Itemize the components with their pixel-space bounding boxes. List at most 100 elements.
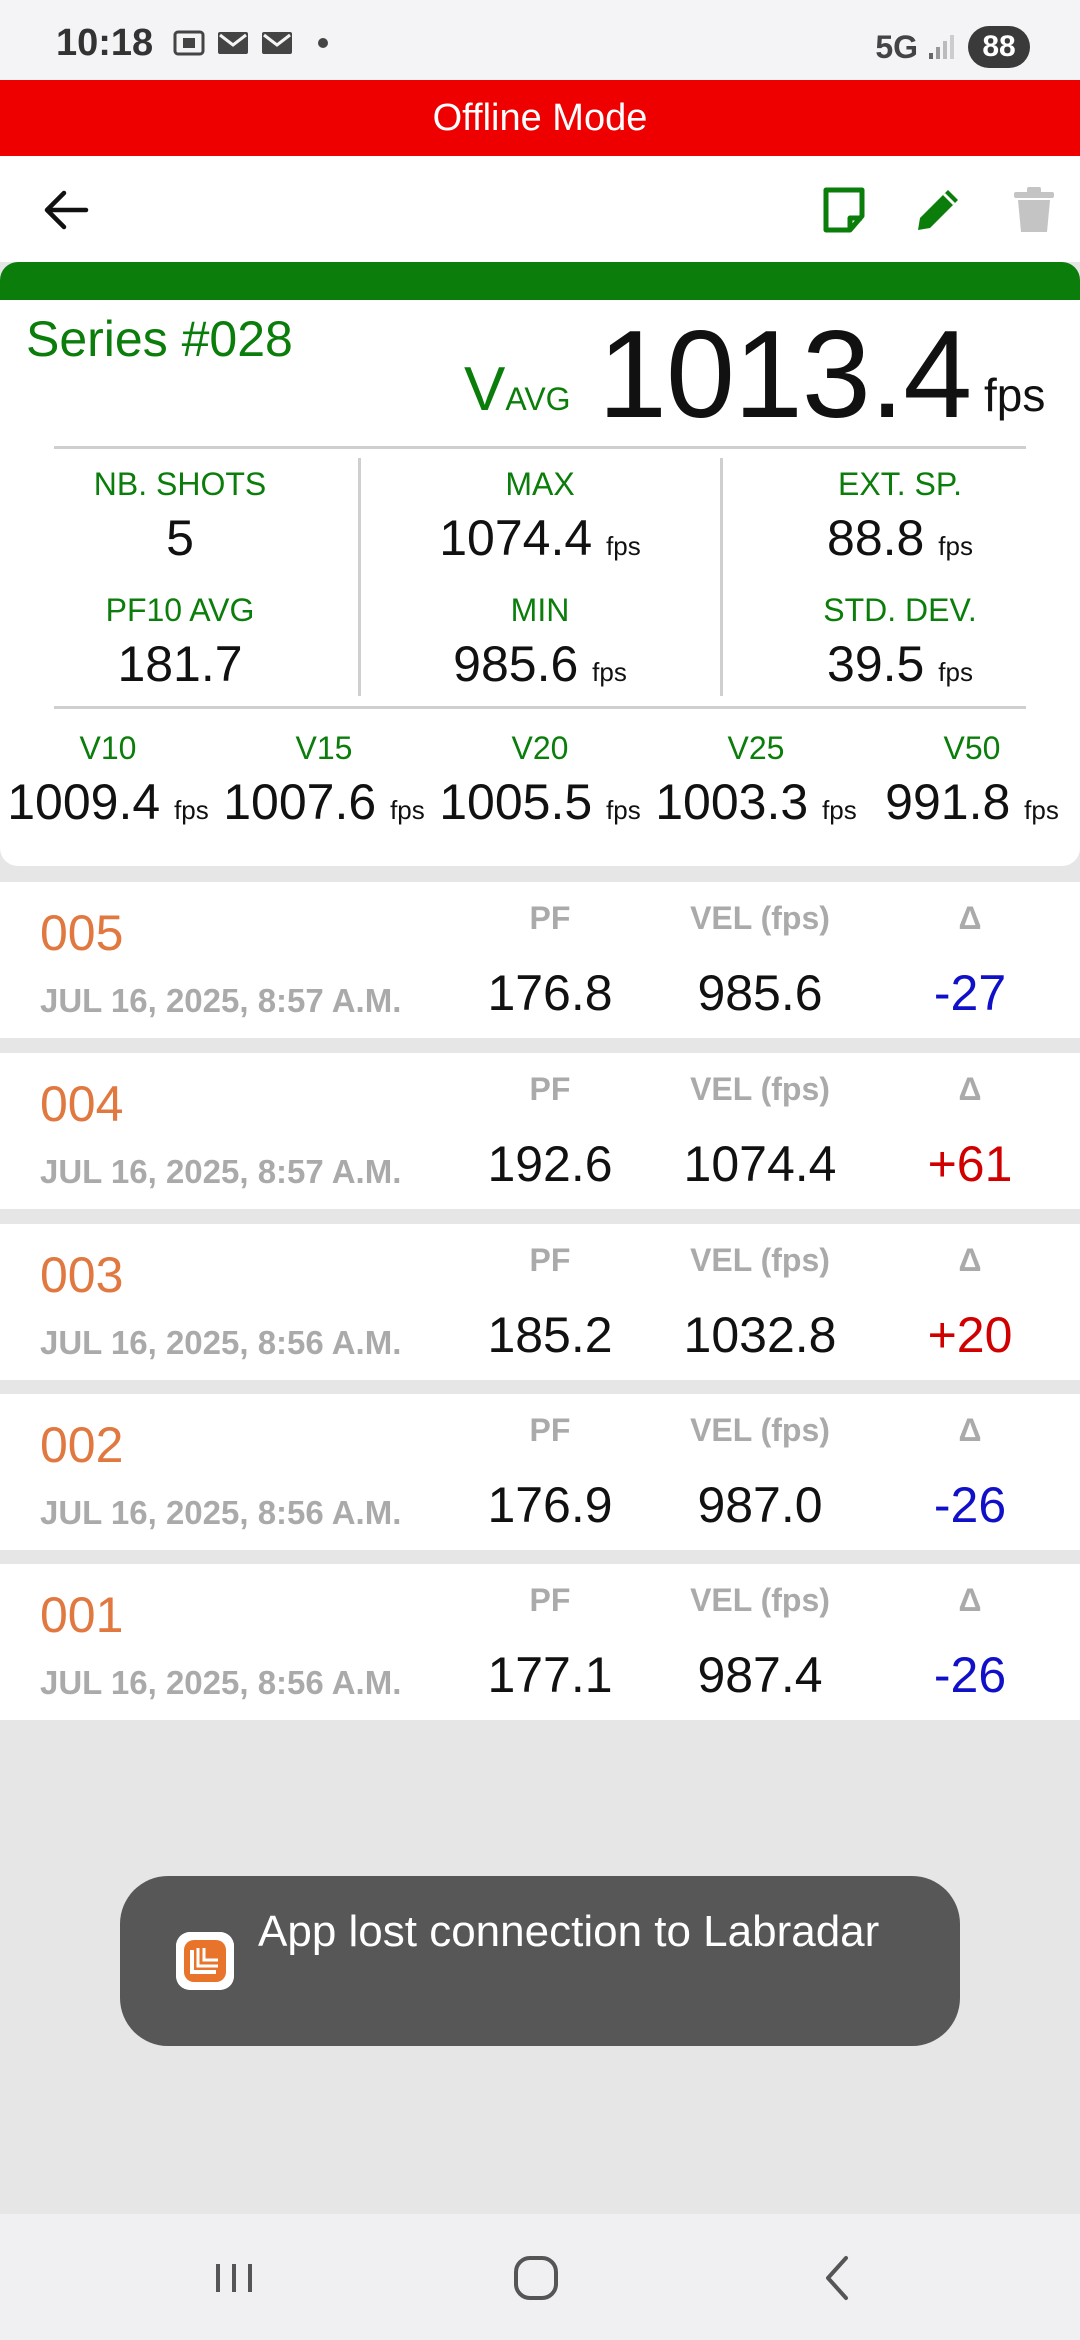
shot-velocity-value: 987.4 <box>697 1647 823 1703</box>
back-chevron-icon[interactable] <box>808 2248 868 2308</box>
stat-label: EXT. SP. <box>838 466 962 502</box>
series-summary-card: Series #028 VAVG 1013.4 fps NB. SHOTS 5 … <box>0 262 1080 866</box>
shot-timestamp: JUL 16, 2025, 8:56 A.M. <box>40 1664 402 1701</box>
stat-number: 991.8 <box>885 774 1011 830</box>
shot-timestamp: JUL 16, 2025, 8:57 A.M. <box>40 1153 402 1190</box>
pf-column-label: PF <box>529 900 571 936</box>
stat-value: 39.5 fps <box>750 635 1050 693</box>
stat-unit: fps <box>606 531 641 561</box>
series-title: Series #028 <box>26 311 293 367</box>
stat-value: 1009.4 fps <box>0 773 216 831</box>
shot-velocity-value: 985.6 <box>697 965 823 1021</box>
stat-number: 1007.6 <box>223 774 377 830</box>
stat-label: V15 <box>295 730 353 766</box>
stat-label: V10 <box>79 730 137 766</box>
stat-unit: fps <box>1024 795 1059 825</box>
vavg-label-sub: AVG <box>505 381 571 417</box>
shot-pf-value: 192.6 <box>487 1136 613 1192</box>
shot-velocity-value: 987.0 <box>697 1477 823 1533</box>
stat-label: V20 <box>511 730 569 766</box>
stat-unit: fps <box>606 795 641 825</box>
shot-delta-value: +20 <box>927 1307 1013 1363</box>
shot-delta-value: -26 <box>933 1647 1007 1703</box>
shot-number: 003 <box>40 1247 124 1303</box>
velocity-column-label: VEL (fps) <box>690 900 830 936</box>
shot-row[interactable]: 003 JUL 16, 2025, 8:56 A.M. PF VEL (fps)… <box>0 1224 1080 1380</box>
stat-value: 88.8 fps <box>750 509 1050 567</box>
stat-label: MAX <box>505 466 575 502</box>
stat-max: MAX 1074.4 fps <box>390 466 690 567</box>
shot-row[interactable]: 004 JUL 16, 2025, 8:57 A.M. PF VEL (fps)… <box>0 1053 1080 1209</box>
shot-number: 002 <box>40 1417 124 1473</box>
shot-timestamp: JUL 16, 2025, 8:56 A.M. <box>40 1324 402 1361</box>
stat-value: 181.7 <box>117 636 243 692</box>
mail-icon-2 <box>262 32 292 54</box>
vavg-label-main: V <box>464 355 506 424</box>
stat-unit: fps <box>938 531 973 561</box>
stat-value: 1007.6 fps <box>216 773 432 831</box>
notification-icons <box>172 30 328 56</box>
stat-label: STD. DEV. <box>823 592 977 628</box>
shot-velocity-value: 1032.8 <box>683 1307 837 1363</box>
stat-unit: fps <box>822 795 857 825</box>
vavg-unit: fps <box>984 369 1046 421</box>
stat-unit: fps <box>390 795 425 825</box>
stat-unit: fps <box>938 657 973 687</box>
shot-pf-value: 177.1 <box>487 1647 613 1703</box>
shot-timestamp: JUL 16, 2025, 8:56 A.M. <box>40 1494 402 1531</box>
velocity-column-label: VEL (fps) <box>690 1071 830 1107</box>
signal-icon <box>929 35 954 59</box>
delta-column-label: Δ <box>958 900 982 936</box>
status-bar: 10:18 5G 88 <box>0 0 1080 80</box>
back-arrow-icon[interactable] <box>40 184 92 236</box>
stat-label: NB. SHOTS <box>93 466 267 502</box>
delta-column-label: Δ <box>958 1582 982 1618</box>
stat-label: MIN <box>510 592 570 628</box>
stat-value: 5 <box>166 510 194 566</box>
shot-delta-value: -26 <box>933 1477 1007 1533</box>
shot-row[interactable]: 001 JUL 16, 2025, 8:56 A.M. PF VEL (fps)… <box>0 1564 1080 1720</box>
shot-pf-value: 176.9 <box>487 1477 613 1533</box>
stat-nb-shots: NB. SHOTS 5 <box>60 466 300 567</box>
series-color-band <box>0 262 1080 300</box>
stat-v20: V20 1005.5 fps <box>432 730 648 831</box>
delete-trash-icon[interactable] <box>1006 182 1062 238</box>
shot-velocity-value: 1074.4 <box>683 1136 837 1192</box>
shot-row[interactable]: 005 JUL 16, 2025, 8:57 A.M. PF VEL (fps)… <box>0 882 1080 1038</box>
stat-label: V25 <box>727 730 785 766</box>
shot-pf-value: 176.8 <box>487 965 613 1021</box>
stat-label: PF10 AVG <box>105 592 255 628</box>
labradar-app-icon <box>176 1932 234 1990</box>
stat-v50: V50 991.8 fps <box>864 730 1080 831</box>
stat-v25: V25 1003.3 fps <box>648 730 864 831</box>
battery-level: 88 <box>968 26 1030 68</box>
stat-number: 1009.4 <box>7 774 161 830</box>
velocity-column-label: VEL (fps) <box>690 1582 830 1618</box>
system-navigation-bar <box>0 2214 1080 2340</box>
stat-number: 1005.5 <box>439 774 593 830</box>
stat-value: 1003.3 fps <box>648 773 864 831</box>
toolbar <box>0 156 1080 262</box>
stat-std-dev: STD. DEV. 39.5 fps <box>750 592 1050 693</box>
divider <box>358 458 361 696</box>
stat-pf10-avg: PF10 AVG 181.7 <box>60 592 300 693</box>
edit-pencil-icon[interactable] <box>910 182 966 238</box>
status-right: 5G 88 <box>875 26 1030 68</box>
note-icon[interactable] <box>816 182 872 238</box>
shot-row[interactable]: 002 JUL 16, 2025, 8:56 A.M. PF VEL (fps)… <box>0 1394 1080 1550</box>
recents-icon[interactable] <box>204 2248 264 2308</box>
stat-v15: V15 1007.6 fps <box>216 730 432 831</box>
shot-number: 005 <box>40 905 124 961</box>
home-icon[interactable] <box>506 2248 566 2308</box>
stat-number: 985.6 <box>453 636 579 692</box>
stat-ext-spread: EXT. SP. 88.8 fps <box>750 466 1050 567</box>
stat-unit: fps <box>592 657 627 687</box>
shot-pf-value: 185.2 <box>487 1307 613 1363</box>
shot-number: 001 <box>40 1587 124 1643</box>
pf-column-label: PF <box>529 1582 571 1618</box>
stat-value: 1005.5 fps <box>432 773 648 831</box>
stat-label: V50 <box>943 730 1001 766</box>
stat-unit: fps <box>174 795 209 825</box>
vavg-label: VAVG <box>464 354 571 425</box>
vavg-value: 1013.4 <box>598 306 972 444</box>
